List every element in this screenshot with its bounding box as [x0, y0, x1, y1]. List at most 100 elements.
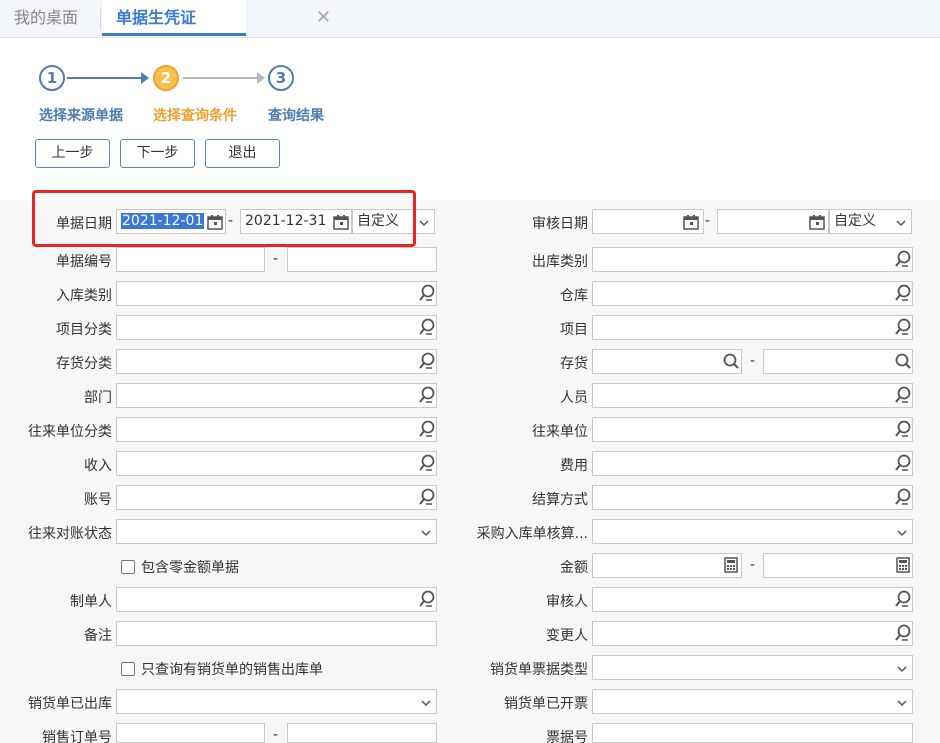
warehouse-label: 仓库 [560, 288, 588, 304]
auditor-label: 审核人 [546, 594, 588, 610]
dept-label: 部门 [84, 390, 112, 406]
filter-search-icon[interactable] [894, 250, 912, 268]
project-cat-field[interactable] [116, 315, 437, 340]
bill-no-field[interactable] [592, 723, 913, 743]
tab-bar: 我的桌面 单据生凭证 ✕ [0, 0, 940, 38]
in-type-label: 入库类别 [56, 288, 112, 304]
income-field[interactable] [116, 451, 437, 476]
inventory-to-field[interactable] [763, 349, 913, 374]
calendar-icon[interactable] [808, 213, 826, 231]
filter-search-icon[interactable] [418, 420, 436, 438]
sales-order-from-field[interactable] [116, 723, 265, 743]
inventory-from-field[interactable] [592, 349, 742, 374]
out-type-field[interactable] [592, 247, 913, 272]
expense-field[interactable] [592, 451, 913, 476]
tab-voucher-label: 单据生凭证 [116, 8, 197, 27]
filter-search-icon[interactable] [894, 284, 912, 302]
inventory-label: 存货 [560, 356, 588, 372]
exit-button[interactable]: 退出 [205, 139, 280, 168]
amount-from-field[interactable] [592, 553, 742, 578]
staff-field[interactable] [592, 383, 913, 408]
filter-search-icon[interactable] [418, 488, 436, 506]
sales-bill-type-select[interactable] [592, 655, 913, 680]
account-label: 账号 [84, 492, 112, 508]
project-label: 项目 [560, 322, 588, 338]
changer-field[interactable] [592, 621, 913, 646]
only-sales-checkbox[interactable] [121, 662, 135, 676]
only-sales-label: 只查询有销货单的销售出库单 [141, 662, 323, 678]
chevron-down-icon[interactable] [895, 217, 907, 229]
doc-no-to-field[interactable] [287, 247, 437, 272]
audit-date-label: 审核日期 [532, 216, 588, 232]
auditor-field[interactable] [592, 587, 913, 612]
remark-label: 备注 [84, 628, 112, 644]
recon-status-label: 往来对账状态 [28, 526, 112, 542]
highlight-box [32, 190, 416, 247]
chevron-down-icon[interactable] [896, 527, 908, 539]
maker-field[interactable] [116, 587, 437, 612]
arrow-right-icon [141, 72, 149, 84]
calculator-icon[interactable] [894, 556, 912, 574]
step-3-label: 查询结果 [268, 108, 324, 124]
filter-search-icon[interactable] [418, 352, 436, 370]
filter-search-icon[interactable] [418, 386, 436, 404]
bill-no-label: 票据号 [546, 730, 588, 743]
amount-to-field[interactable] [763, 553, 913, 578]
close-icon[interactable]: ✕ [316, 0, 331, 36]
maker-label: 制单人 [70, 594, 112, 610]
prev-step-button[interactable]: 上一步 [35, 139, 110, 168]
income-label: 收入 [84, 458, 112, 474]
purchase-audit-select[interactable] [592, 519, 913, 544]
out-type-label: 出库类别 [532, 254, 588, 270]
calendar-icon[interactable] [682, 213, 700, 231]
partner-cat-field[interactable] [116, 417, 437, 442]
sales-bill-type-label: 销货单票据类型 [490, 662, 588, 678]
remark-field[interactable] [116, 621, 437, 646]
partner-label: 往来单位 [532, 424, 588, 440]
range-dash: - [273, 727, 279, 743]
range-dash: - [705, 213, 711, 229]
account-field[interactable] [116, 485, 437, 510]
inv-cat-field[interactable] [116, 349, 437, 374]
zero-amount-label: 包含零金额单据 [141, 560, 239, 576]
expense-label: 费用 [560, 458, 588, 474]
filter-search-icon[interactable] [894, 386, 912, 404]
chevron-down-icon[interactable] [896, 697, 908, 709]
range-dash: - [273, 251, 279, 267]
doc-no-from-field[interactable] [116, 247, 265, 272]
filter-search-icon[interactable] [894, 318, 912, 336]
filter-search-icon[interactable] [418, 454, 436, 472]
calculator-icon[interactable] [722, 556, 740, 574]
filter-search-icon[interactable] [894, 454, 912, 472]
chevron-down-icon[interactable] [420, 527, 432, 539]
filter-search-icon[interactable] [418, 318, 436, 336]
filter-search-icon[interactable] [894, 488, 912, 506]
project-field[interactable] [592, 315, 913, 340]
settle-field[interactable] [592, 485, 913, 510]
zero-amount-checkbox[interactable] [121, 560, 135, 574]
filter-search-icon[interactable] [418, 590, 436, 608]
sales-out-select[interactable] [116, 689, 437, 714]
chevron-down-icon[interactable] [420, 697, 432, 709]
filter-search-icon[interactable] [894, 590, 912, 608]
filter-search-icon[interactable] [894, 624, 912, 642]
dept-field[interactable] [116, 383, 437, 408]
step-connector-2 [183, 77, 257, 79]
sales-invoiced-select[interactable] [592, 689, 913, 714]
next-step-button[interactable]: 下一步 [120, 139, 195, 168]
filter-search-icon[interactable] [894, 420, 912, 438]
in-type-field[interactable] [116, 281, 437, 306]
recon-status-select[interactable] [116, 519, 437, 544]
chevron-down-icon[interactable] [896, 663, 908, 675]
tab-voucher[interactable]: 单据生凭证 ✕ [102, 0, 331, 36]
step-2-circle: 2 [153, 65, 179, 91]
search-icon[interactable] [894, 352, 912, 370]
chevron-down-icon[interactable] [418, 217, 430, 229]
search-icon[interactable] [722, 352, 740, 370]
warehouse-field[interactable] [592, 281, 913, 306]
partner-cat-label: 往来单位分类 [28, 424, 112, 440]
partner-field[interactable] [592, 417, 913, 442]
sales-order-to-field[interactable] [287, 723, 437, 743]
tab-my-desktop[interactable]: 我的桌面 [14, 0, 78, 36]
filter-search-icon[interactable] [418, 284, 436, 302]
